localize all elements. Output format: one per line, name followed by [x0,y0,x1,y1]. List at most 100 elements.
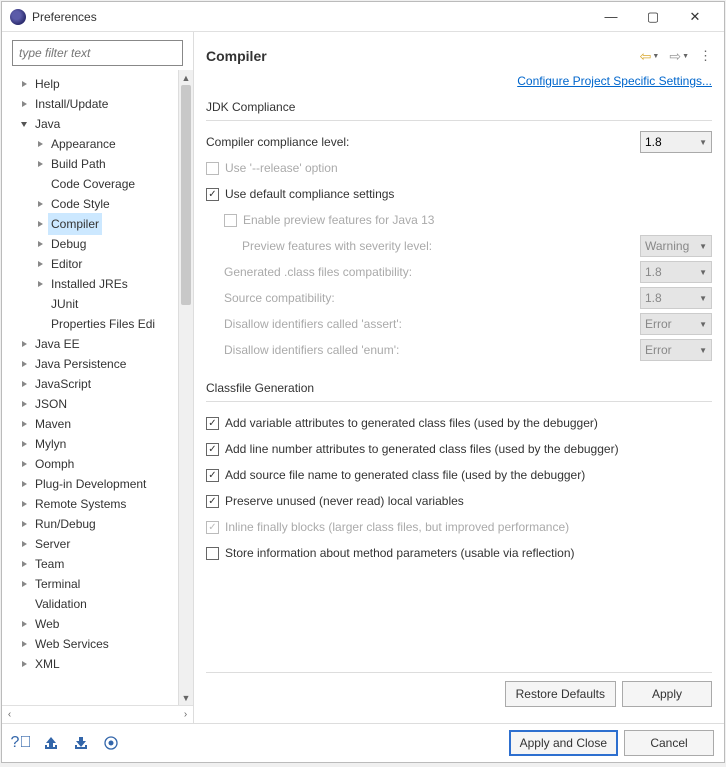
add-source-file-checkbox[interactable] [206,469,219,482]
chevron-right-icon[interactable] [18,618,30,630]
restore-defaults-button[interactable]: Restore Defaults [505,681,616,707]
tree-item-label[interactable]: Code Coverage [48,173,138,195]
tree-item-label[interactable]: Mylyn [32,433,69,455]
add-variable-attrs-checkbox[interactable] [206,417,219,430]
tree-item-label[interactable]: Debug [48,233,89,255]
chevron-right-icon[interactable] [18,658,30,670]
chevron-right-icon[interactable] [34,158,46,170]
tree-item[interactable]: Mylyn [18,434,178,454]
chevron-right-icon[interactable] [18,458,30,470]
use-default-compliance-checkbox[interactable] [206,188,219,201]
apply-and-close-button[interactable]: Apply and Close [509,730,618,756]
oomph-icon[interactable] [102,734,120,752]
back-button[interactable]: ⇦▼ [640,48,660,65]
horizontal-scrollbar[interactable]: ‹ › [2,705,193,723]
maximize-button[interactable]: ▢ [632,3,674,31]
scroll-down-icon[interactable]: ▼ [179,690,193,705]
tree-item[interactable]: Team [18,554,178,574]
chevron-right-icon[interactable] [34,238,46,250]
add-line-number-checkbox[interactable] [206,443,219,456]
configure-project-link[interactable]: Configure Project Specific Settings... [206,74,712,88]
import-icon[interactable] [42,734,60,752]
chevron-right-icon[interactable] [18,378,30,390]
preference-tree[interactable]: HelpInstall/UpdateJavaAppearanceBuild Pa… [2,70,178,705]
chevron-right-icon[interactable] [18,558,30,570]
scroll-right-icon[interactable]: › [178,707,193,722]
chevron-right-icon[interactable] [18,98,30,110]
tree-item-label[interactable]: Editor [48,253,85,275]
close-button[interactable]: ✕ [674,3,716,31]
tree-item[interactable]: Server [18,534,178,554]
tree-item[interactable]: Maven [18,414,178,434]
tree-item-label[interactable]: Java EE [32,333,83,355]
tree-item-label[interactable]: Properties Files Edi [48,313,158,335]
tree-item[interactable]: Java Persistence [18,354,178,374]
chevron-right-icon[interactable] [34,278,46,290]
tree-item-label[interactable]: Appearance [48,133,119,155]
export-icon[interactable] [72,734,90,752]
tree-item-label[interactable]: Compiler [48,213,102,235]
help-icon[interactable]: ?⃝ [12,734,30,752]
chevron-right-icon[interactable] [18,478,30,490]
tree-item[interactable]: Debug [34,234,178,254]
tree-item[interactable]: Web Services [18,634,178,654]
tree-item-label[interactable]: Server [32,533,73,555]
tree-item[interactable]: Plug-in Development [18,474,178,494]
tree-item-label[interactable]: Install/Update [32,93,111,115]
tree-item[interactable]: Code Coverage [34,174,178,194]
chevron-right-icon[interactable] [34,218,46,230]
chevron-right-icon[interactable] [18,438,30,450]
cancel-button[interactable]: Cancel [624,730,714,756]
tree-item-label[interactable]: Terminal [32,573,83,595]
tree-item[interactable]: Run/Debug [18,514,178,534]
tree-item[interactable]: Java EE [18,334,178,354]
tree-item-label[interactable]: Validation [32,593,90,615]
tree-item-label[interactable]: Build Path [48,153,109,175]
tree-item[interactable]: Oomph [18,454,178,474]
tree-item[interactable]: Properties Files Edi [34,314,178,334]
tree-item-label[interactable]: Team [32,553,67,575]
chevron-right-icon[interactable] [34,258,46,270]
minimize-button[interactable]: — [590,3,632,31]
tree-item[interactable]: Terminal [18,574,178,594]
tree-item-label[interactable]: Installed JREs [48,273,131,295]
tree-item-label[interactable]: Java Persistence [32,353,129,375]
compliance-level-combo[interactable]: 1.8▼ [640,131,712,153]
chevron-right-icon[interactable] [18,338,30,350]
tree-item-label[interactable]: JavaScript [32,373,94,395]
tree-item[interactable]: Installed JREs [34,274,178,294]
chevron-right-icon[interactable] [18,518,30,530]
view-menu-icon[interactable]: ⋮ [699,48,712,64]
vertical-scrollbar[interactable]: ▲ ▼ [178,70,193,705]
tree-item[interactable]: Validation [18,594,178,614]
tree-item-label[interactable]: Code Style [48,193,113,215]
tree-item[interactable]: Code Style [34,194,178,214]
tree-item-label[interactable]: Help [32,73,63,95]
scroll-thumb[interactable] [181,85,191,305]
chevron-down-icon[interactable] [18,118,30,130]
tree-item-label[interactable]: Java [32,113,63,135]
chevron-right-icon[interactable] [34,138,46,150]
tree-item[interactable]: Editor [34,254,178,274]
tree-item-label[interactable]: Web Services [32,633,112,655]
scroll-up-icon[interactable]: ▲ [179,70,193,85]
chevron-right-icon[interactable] [34,198,46,210]
tree-item-label[interactable]: Oomph [32,453,77,475]
tree-item[interactable]: Remote Systems [18,494,178,514]
preserve-unused-checkbox[interactable] [206,495,219,508]
filter-input[interactable] [12,40,183,66]
chevron-right-icon[interactable] [18,498,30,510]
tree-item-label[interactable]: JUnit [48,293,81,315]
apply-button[interactable]: Apply [622,681,712,707]
tree-item[interactable]: Install/Update [18,94,178,114]
tree-item[interactable]: JSON [18,394,178,414]
chevron-right-icon[interactable] [18,358,30,370]
chevron-right-icon[interactable] [18,398,30,410]
tree-item[interactable]: Appearance [34,134,178,154]
tree-item[interactable]: JUnit [34,294,178,314]
tree-item-label[interactable]: JSON [32,393,70,415]
tree-item-label[interactable]: XML [32,653,63,675]
tree-item[interactable]: Java [18,114,178,134]
tree-item-label[interactable]: Web [32,613,62,635]
tree-item-label[interactable]: Plug-in Development [32,473,149,495]
